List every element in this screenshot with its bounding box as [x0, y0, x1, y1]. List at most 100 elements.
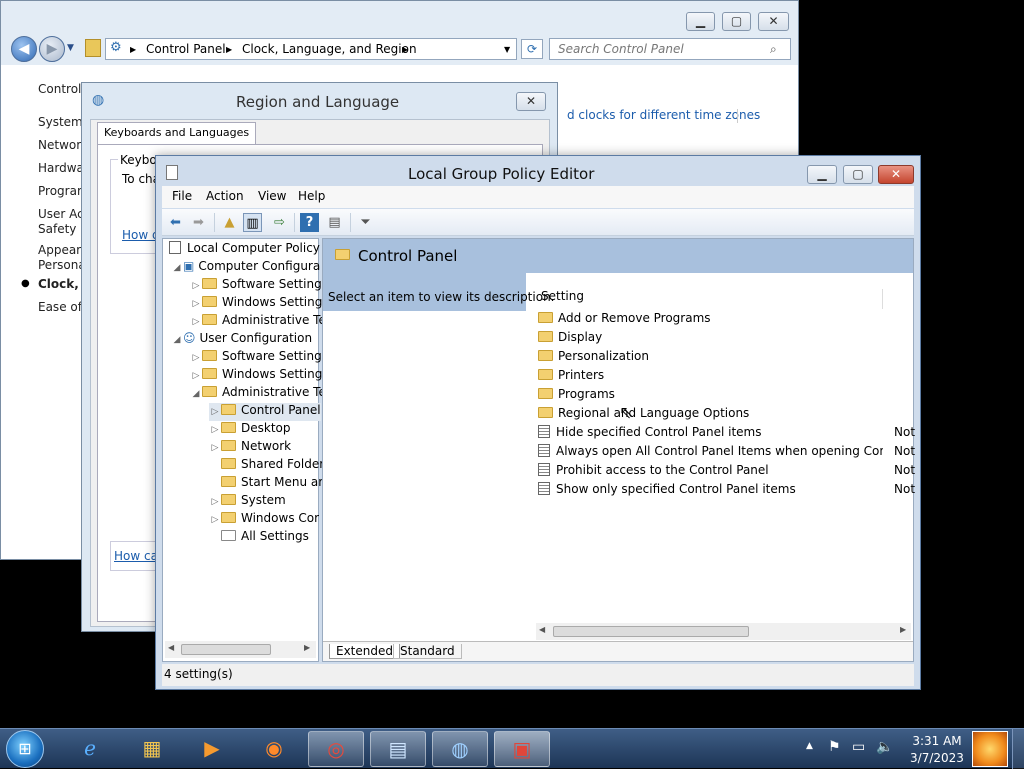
setting-row[interactable]: Show only specified Control Panel items: [538, 482, 883, 501]
action-center-flag-icon[interactable]: ⚑: [828, 739, 841, 755]
nav-control-panel-home[interactable]: Control: [38, 82, 81, 96]
address-dropdown-icon[interactable]: ▼: [504, 45, 510, 54]
media-player-icon[interactable]: ▶: [184, 731, 240, 767]
up-folder-icon[interactable]: [85, 39, 101, 57]
tree-item-control-panel[interactable]: ▷ Control Panel: [209, 403, 321, 421]
collapsed-arrow-icon[interactable]: ▷: [190, 281, 202, 291]
firefox-icon[interactable]: ◉: [246, 731, 302, 767]
start-orb-icon[interactable]: ⊞: [6, 730, 44, 768]
cp-minimize-button[interactable]: ▁: [686, 12, 715, 31]
expanded-arrow-icon[interactable]: ◢: [190, 389, 202, 399]
network-icon[interactable]: ▭: [852, 739, 865, 755]
export-list-icon[interactable]: ⇨: [270, 213, 289, 232]
tree-item-computer-configuration[interactable]: ◢ ▣ Computer Configura: [171, 259, 321, 277]
forward-icon[interactable]: ▶: [39, 36, 65, 62]
breadcrumb-clock-language[interactable]: Clock, Language, and Region: [242, 42, 417, 56]
tree-item-start-menu[interactable]: Start Menu ar: [209, 475, 323, 493]
tree-horizontal-scrollbar[interactable]: ◀ ▶: [165, 641, 316, 658]
tree-item-administrative-templates-user[interactable]: ◢ Administrative Te: [190, 385, 326, 403]
tree-item-all-settings[interactable]: All Settings: [209, 529, 309, 547]
tree-item-software-settings-user[interactable]: ▷ Software Settings: [190, 349, 328, 367]
forward-arrow-icon[interactable]: ➡: [189, 213, 208, 232]
setting-row[interactable]: Prohibit access to the Control Panel: [538, 463, 883, 482]
back-arrow-icon[interactable]: ⬅: [166, 213, 185, 232]
collapsed-arrow-icon[interactable]: ▷: [209, 443, 221, 453]
show-hide-tree-icon[interactable]: ▥: [243, 213, 262, 232]
toolbox-icon[interactable]: ▣: [494, 731, 550, 767]
search-icon[interactable]: ⌕: [770, 42, 777, 57]
explorer-icon[interactable]: ▦: [124, 731, 180, 767]
ie-icon[interactable]: ℯ: [62, 731, 118, 767]
volume-muted-icon[interactable]: 🔈: [876, 739, 893, 755]
tree-item-local-computer-policy[interactable]: Local Computer Policy: [169, 241, 320, 259]
tree-item-windows-components[interactable]: ▷ Windows Cor: [209, 511, 320, 529]
properties-icon[interactable]: ▤: [325, 213, 344, 232]
setting-row[interactable]: Programs: [538, 387, 615, 406]
recent-pages-icon[interactable]: ▼: [67, 43, 74, 53]
gpe-minimize-button[interactable]: ▁: [807, 165, 837, 184]
search-input[interactable]: Search Control Panel ⌕: [549, 38, 791, 60]
how-can-link[interactable]: How ca: [114, 549, 158, 563]
refresh-icon[interactable]: ⟳: [521, 39, 543, 59]
cp-maximize-button[interactable]: ▢: [722, 12, 751, 31]
chrome-icon[interactable]: ◎: [308, 731, 364, 767]
scroll-right-icon[interactable]: ▶: [900, 625, 906, 634]
tree-item-windows-settings-user[interactable]: ▷ Windows Setting: [190, 367, 323, 385]
tree-pane[interactable]: Local Computer Policy ◢ ▣ Computer Configu…: [162, 238, 328, 662]
up-one-level-icon[interactable]: ▲: [220, 213, 239, 232]
collapsed-arrow-icon[interactable]: ▷: [190, 317, 202, 327]
collapsed-arrow-icon[interactable]: ▷: [190, 353, 202, 363]
show-hidden-icons-icon[interactable]: ▲: [806, 741, 813, 751]
setting-row[interactable]: Printers: [538, 368, 604, 387]
filter-icon[interactable]: ⏷: [356, 213, 375, 232]
gpe-maximize-button[interactable]: ▢: [843, 165, 873, 184]
tree-item-network[interactable]: ▷ Network: [209, 439, 292, 457]
scroll-right-icon[interactable]: ▶: [304, 643, 310, 652]
nav-user-accounts-safety[interactable]: Safety: [38, 222, 76, 236]
setting-row[interactable]: Always open All Control Panel Items when…: [538, 444, 883, 463]
address-bar[interactable]: ⚙ ▶ Control Panel ▶ Clock, Language, and…: [105, 38, 517, 60]
setting-row[interactable]: Personalization: [538, 349, 649, 368]
collapsed-arrow-icon[interactable]: ▷: [190, 371, 202, 381]
tree-item-user-configuration[interactable]: ◢ ☺ User Configuration: [171, 331, 313, 349]
setting-row[interactable]: Regional and Language Options: [538, 406, 749, 425]
details-horizontal-scrollbar[interactable]: ◀ ▶: [536, 623, 911, 640]
back-icon[interactable]: ◀: [11, 36, 37, 62]
cp-close-button[interactable]: ✕: [758, 12, 789, 31]
details-scroll-thumb[interactable]: [553, 626, 749, 637]
tree-scroll-thumb[interactable]: [181, 644, 271, 655]
breadcrumb-control-panel[interactable]: Control Panel: [146, 42, 226, 56]
tree-item-system[interactable]: ▷ System: [209, 493, 286, 511]
region-globe-icon[interactable]: ◍: [432, 731, 488, 767]
tab-standard[interactable]: Standard: [393, 644, 462, 659]
menu-view[interactable]: View: [258, 189, 286, 203]
control-panel-icon[interactable]: ▤: [370, 731, 426, 767]
nav-hardware[interactable]: Hardwa: [38, 161, 84, 175]
dialog-close-button[interactable]: ✕: [516, 92, 546, 111]
how-do-link[interactable]: How d: [122, 228, 160, 242]
setting-row[interactable]: Add or Remove Programs: [538, 311, 711, 330]
add-clocks-link[interactable]: d clocks for different time zones: [567, 108, 760, 122]
gpe-close-button[interactable]: ✕: [878, 165, 914, 184]
user-avatar[interactable]: [972, 731, 1008, 767]
tree-item-windows-settings-computer[interactable]: ▷ Windows Setting: [190, 295, 323, 313]
tree-item-shared-folders[interactable]: Shared Folder: [209, 457, 324, 475]
tree-item-administrative-templates-computer[interactable]: ▷ Administrative Te: [190, 313, 326, 331]
help-icon[interactable]: ?: [300, 213, 319, 232]
menu-action[interactable]: Action: [206, 189, 244, 203]
column-header-setting[interactable]: Setting: [538, 289, 883, 309]
tab-extended[interactable]: Extended: [329, 644, 400, 659]
scroll-left-icon[interactable]: ◀: [539, 625, 545, 634]
expanded-arrow-icon[interactable]: ◢: [171, 263, 183, 273]
collapsed-arrow-icon[interactable]: ▷: [209, 515, 221, 525]
clock-time[interactable]: 3:31 AM: [906, 734, 968, 748]
tree-item-software-settings-computer[interactable]: ▷ Software Settings: [190, 277, 328, 295]
scroll-left-icon[interactable]: ◀: [168, 643, 174, 652]
tree-item-desktop[interactable]: ▷ Desktop: [209, 421, 291, 439]
collapsed-arrow-icon[interactable]: ▷: [190, 299, 202, 309]
show-desktop-button[interactable]: [1012, 729, 1024, 769]
menu-help[interactable]: Help: [298, 189, 325, 203]
expanded-arrow-icon[interactable]: ◢: [171, 335, 183, 345]
collapsed-arrow-icon[interactable]: ▷: [209, 497, 221, 507]
clock-date[interactable]: 3/7/2023: [906, 751, 968, 765]
